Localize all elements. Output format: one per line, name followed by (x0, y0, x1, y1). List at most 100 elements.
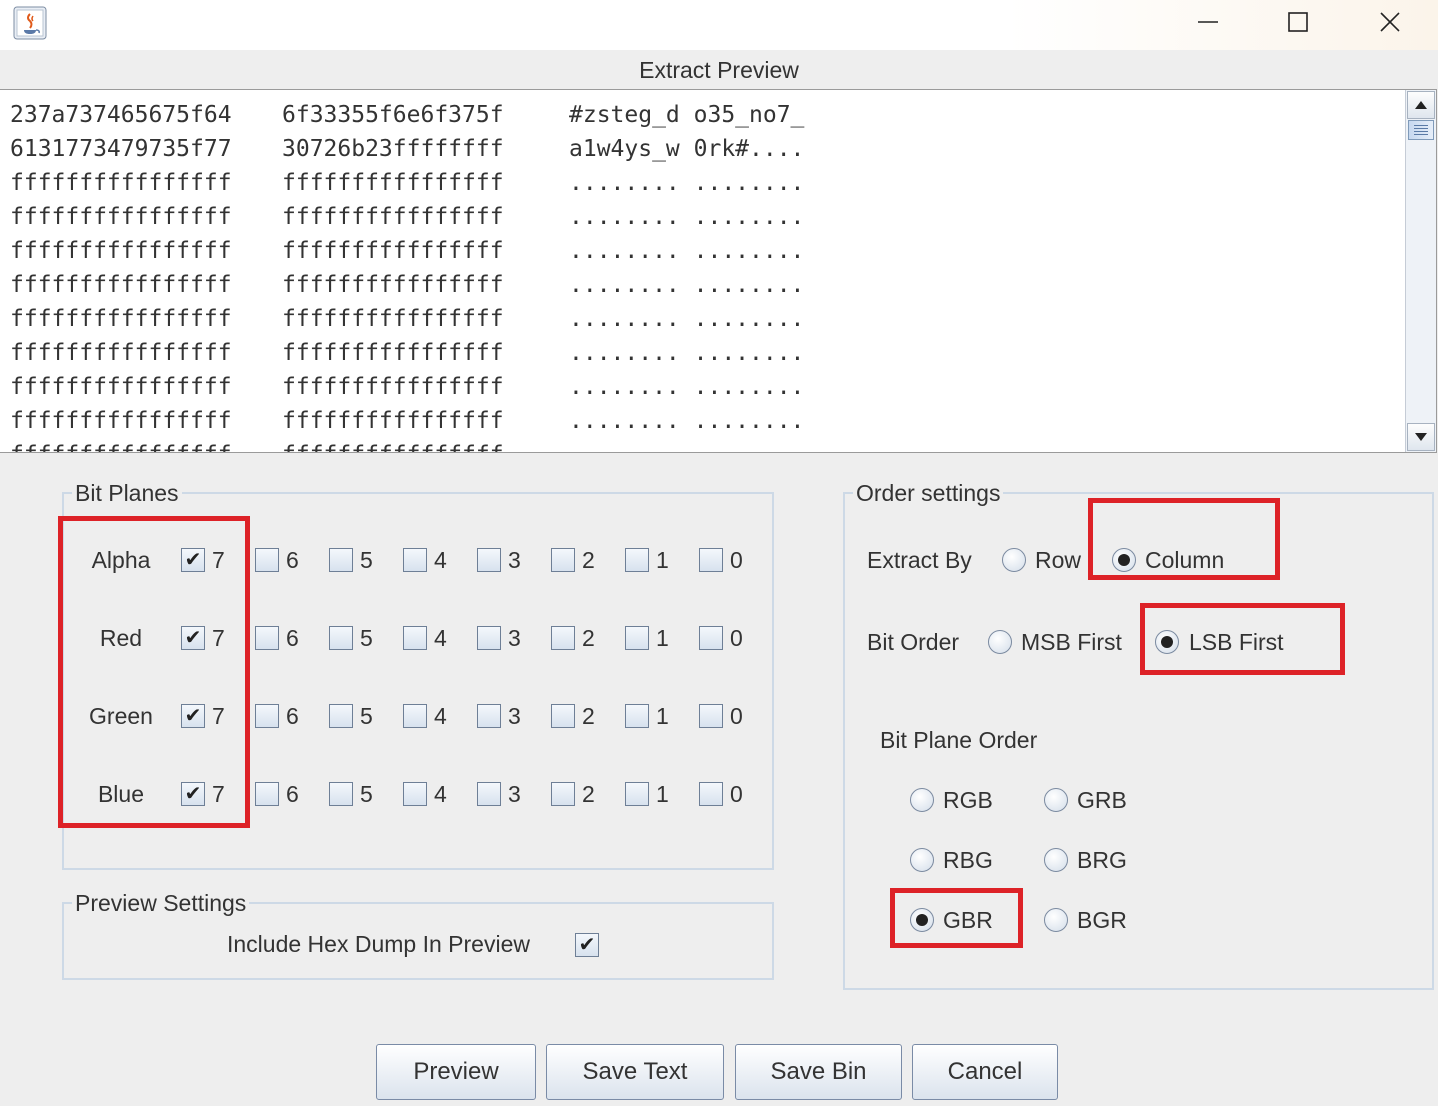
green-bit-3-checkbox[interactable] (477, 704, 501, 728)
preview-row: ffffffffffffffffffffffffffffffff........… (10, 370, 869, 404)
highlight-box-column (1088, 498, 1280, 580)
blue-bit-0-label: 0 (730, 781, 743, 807)
preview-text-area[interactable]: 237a737465675f64 6f33355f6e6f375f #zsteg_d… (0, 89, 1437, 453)
maximize-button[interactable] (1252, 0, 1344, 44)
red-bit-0-checkbox[interactable] (699, 626, 723, 650)
rbg-radio[interactable] (910, 848, 934, 872)
bgr-radio[interactable] (1044, 908, 1068, 932)
hex-column-1: ffffffffffffffff (10, 374, 232, 400)
hex-column-1: 237a737465675f64 (10, 102, 232, 128)
green-bit-0-checkbox[interactable] (699, 704, 723, 728)
blue-bit-3-checkbox[interactable] (477, 782, 501, 806)
green-bit-4-label: 4 (434, 703, 447, 729)
green-bit-0-label: 0 (730, 703, 743, 729)
alpha-bit-1-checkbox[interactable] (625, 548, 649, 572)
brg-radio[interactable] (1044, 848, 1068, 872)
green-bit-2-checkbox[interactable] (551, 704, 575, 728)
alpha-bit-0-checkbox[interactable] (699, 548, 723, 572)
alpha-bit-5-checkbox[interactable] (329, 548, 353, 572)
hex-column-2: ffffffffffffffff (282, 170, 504, 196)
hex-column-2: 6f33355f6e6f375f (282, 102, 504, 128)
grb-radio[interactable] (1044, 788, 1068, 812)
arrow-down-icon (1415, 433, 1427, 441)
alpha-bit-4-checkbox[interactable] (403, 548, 427, 572)
green-bit-5-checkbox[interactable] (329, 704, 353, 728)
ascii-column: ........ ........ (569, 204, 805, 230)
ascii-column: a1w4ys_w 0rk#.... (569, 136, 805, 162)
red-bit-5-label: 5 (360, 625, 373, 651)
bit-order-label: Bit Order (867, 629, 960, 655)
scroll-down-button[interactable] (1407, 423, 1435, 451)
blue-bit-2-checkbox[interactable] (551, 782, 575, 806)
rgb-radio[interactable] (910, 788, 934, 812)
red-bit-2-checkbox[interactable] (551, 626, 575, 650)
save-bin-button[interactable]: Save Bin (735, 1044, 902, 1100)
red-bit-6-checkbox[interactable] (255, 626, 279, 650)
blue-bit-0-checkbox[interactable] (699, 782, 723, 806)
blue-bit-6-checkbox[interactable] (255, 782, 279, 806)
red-bit-4-checkbox[interactable] (403, 626, 427, 650)
red-bit-1-label: 1 (656, 625, 669, 651)
green-bit-4-checkbox[interactable] (403, 704, 427, 728)
red-bit-3-checkbox[interactable] (477, 626, 501, 650)
ascii-column: ........ ........ (569, 170, 805, 196)
row-radio[interactable] (1002, 548, 1026, 572)
preview-row: ffffffffffffffffffffffffffffffff........… (10, 336, 869, 370)
blue-bit-2-label: 2 (582, 781, 595, 807)
bit-plane-order-label: Bit Plane Order (880, 727, 1038, 753)
preview-rows: 237a737465675f64 6f33355f6e6f375f #zsteg_d… (10, 98, 869, 452)
blue-bit-1-checkbox[interactable] (625, 782, 649, 806)
preview-row: 237a737465675f64 6f33355f6e6f375f #zsteg_d… (10, 98, 869, 132)
preview-row: ffffffffffffffffffffffffffffffff........… (10, 404, 869, 438)
hex-column-2: ffffffffffffffff (282, 204, 504, 230)
red-bit-5-checkbox[interactable] (329, 626, 353, 650)
hex-dump-checkbox[interactable]: ✔ (575, 933, 599, 957)
row-label: Row (1035, 547, 1082, 573)
hex-column-1: ffffffffffffffff (10, 238, 232, 264)
ascii-column: #zsteg_d o35_no7_ (569, 102, 805, 128)
red-bit-1-checkbox[interactable] (625, 626, 649, 650)
cancel-button[interactable]: Cancel (912, 1044, 1058, 1100)
hex-column-2: ffffffffffffffff (282, 374, 504, 400)
save-text-button[interactable]: Save Text (546, 1044, 724, 1100)
scroll-thumb[interactable] (1408, 120, 1434, 140)
blue-bit-5-checkbox[interactable] (329, 782, 353, 806)
extract-by-label: Extract By (867, 547, 972, 573)
maximize-icon (1288, 12, 1308, 32)
scroll-up-button[interactable] (1407, 91, 1435, 119)
alpha-bit-6-checkbox[interactable] (255, 548, 279, 572)
close-button[interactable] (1344, 0, 1436, 44)
preview-row: ffffffffffffffffffffffffffffffff........… (10, 438, 869, 452)
green-bit-1-label: 1 (656, 703, 669, 729)
hex-column-1: ffffffffffffffff (10, 438, 282, 452)
ascii-column: ........ ........ (569, 306, 805, 332)
highlight-box-lsb (1140, 603, 1345, 675)
blue-bit-5-label: 5 (360, 781, 373, 807)
preview-button[interactable]: Preview (376, 1044, 536, 1100)
title-bar (0, 0, 1438, 50)
hex-column-1: ffffffffffffffff (10, 204, 232, 230)
minimize-icon (1198, 21, 1218, 23)
minimize-button[interactable] (1162, 0, 1254, 44)
vertical-scrollbar[interactable] (1405, 90, 1436, 452)
alpha-bit-6-label: 6 (286, 547, 299, 573)
hex-column-2: ffffffffffffffff (282, 340, 504, 366)
close-icon (1380, 12, 1400, 32)
alpha-bit-2-checkbox[interactable] (551, 548, 575, 572)
green-bit-6-label: 6 (286, 703, 299, 729)
alpha-bit-3-checkbox[interactable] (477, 548, 501, 572)
msb-first-radio[interactable] (988, 630, 1012, 654)
hex-column-2: ffffffffffffffff (282, 238, 504, 264)
ascii-column: ........ ........ (569, 238, 805, 264)
bgr-label: BGR (1077, 907, 1127, 933)
blue-bit-4-checkbox[interactable] (403, 782, 427, 806)
rbg-label: RBG (943, 847, 993, 873)
hex-dump-label: Include Hex Dump In Preview (227, 931, 530, 957)
ascii-column: ........ ........ (569, 408, 805, 434)
red-bit-3-label: 3 (508, 625, 521, 651)
ascii-column: ........ ........ (569, 340, 805, 366)
blue-bit-3-label: 3 (508, 781, 521, 807)
green-bit-1-checkbox[interactable] (625, 704, 649, 728)
green-bit-6-checkbox[interactable] (255, 704, 279, 728)
red-bit-2-label: 2 (582, 625, 595, 651)
